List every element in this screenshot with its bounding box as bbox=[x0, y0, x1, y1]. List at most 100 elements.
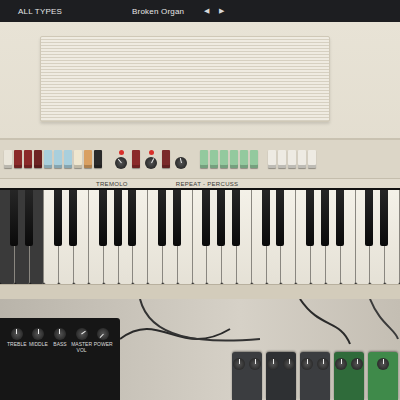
control-group bbox=[268, 150, 316, 168]
black-key[interactable] bbox=[336, 190, 344, 246]
tab-switch[interactable] bbox=[14, 150, 22, 168]
knob-mark bbox=[81, 331, 86, 335]
tab-switch[interactable] bbox=[44, 150, 52, 168]
tab-switch[interactable] bbox=[94, 150, 102, 168]
panel-knob[interactable] bbox=[145, 157, 157, 169]
tab-switch[interactable] bbox=[132, 150, 140, 168]
tab-switch[interactable] bbox=[200, 150, 208, 168]
white-key[interactable] bbox=[193, 190, 208, 284]
tab-switch[interactable] bbox=[24, 150, 32, 168]
tab-switch[interactable] bbox=[84, 150, 92, 168]
effect-pedal[interactable] bbox=[232, 352, 262, 400]
pedal-knob[interactable] bbox=[351, 358, 363, 370]
pedal-knob[interactable] bbox=[249, 358, 261, 370]
white-key[interactable] bbox=[0, 190, 15, 284]
knob-mark bbox=[307, 359, 308, 364]
knob-mark bbox=[179, 158, 181, 163]
white-key[interactable] bbox=[44, 190, 59, 284]
effect-pedal[interactable] bbox=[300, 352, 330, 400]
tab-switch[interactable] bbox=[54, 150, 62, 168]
black-key[interactable] bbox=[217, 190, 225, 246]
amp-knob-unit: MASTER VOL bbox=[71, 328, 93, 353]
effect-pedal[interactable] bbox=[334, 352, 364, 400]
black-key[interactable] bbox=[365, 190, 373, 246]
tab-switch[interactable] bbox=[240, 150, 248, 168]
black-key[interactable] bbox=[173, 190, 181, 246]
amp-controls: TREBLEMIDDLEBASSMASTER VOLPOWER bbox=[6, 328, 114, 353]
white-key[interactable] bbox=[252, 190, 267, 284]
knob-mark bbox=[59, 329, 60, 334]
black-key[interactable] bbox=[276, 190, 284, 246]
tab-switch[interactable] bbox=[230, 150, 238, 168]
black-key[interactable] bbox=[202, 190, 210, 246]
knob-mark bbox=[151, 158, 154, 163]
white-key[interactable] bbox=[356, 190, 371, 284]
black-key[interactable] bbox=[321, 190, 329, 246]
knob-unit bbox=[175, 150, 187, 169]
effect-pedal[interactable] bbox=[368, 352, 398, 400]
tab-switch[interactable] bbox=[4, 150, 12, 168]
pedal-knob[interactable] bbox=[335, 358, 347, 370]
tab-switch[interactable] bbox=[308, 150, 316, 168]
amp-knob-unit: POWER bbox=[92, 328, 114, 353]
tab-switch[interactable] bbox=[298, 150, 306, 168]
amp-knob[interactable] bbox=[11, 328, 23, 340]
amp-knob[interactable] bbox=[54, 328, 66, 340]
tab-switch[interactable] bbox=[268, 150, 276, 168]
pedal-knob[interactable] bbox=[283, 358, 295, 370]
lamp bbox=[149, 150, 154, 155]
black-key[interactable] bbox=[158, 190, 166, 246]
panel-knob[interactable] bbox=[175, 157, 187, 169]
knob-mark bbox=[273, 359, 274, 364]
amp-knob[interactable] bbox=[97, 328, 109, 340]
black-key[interactable] bbox=[99, 190, 107, 246]
black-key[interactable] bbox=[69, 190, 77, 246]
pedal-knob[interactable] bbox=[233, 358, 245, 370]
music-stand bbox=[40, 36, 330, 122]
black-key[interactable] bbox=[10, 190, 18, 246]
plugin-window: ALL TYPES Broken Organ ◀ ▶ TREMOLOREPEAT - P… bbox=[0, 0, 400, 400]
tab-switch[interactable] bbox=[288, 150, 296, 168]
black-key[interactable] bbox=[262, 190, 270, 246]
panel-knob[interactable] bbox=[115, 157, 127, 169]
tab-switch[interactable] bbox=[64, 150, 72, 168]
black-key[interactable] bbox=[306, 190, 314, 246]
black-key[interactable] bbox=[114, 190, 122, 246]
black-key[interactable] bbox=[128, 190, 136, 246]
floor: TREBLEMIDDLEBASSMASTER VOLPOWER bbox=[0, 299, 400, 400]
preset-name[interactable]: Broken Organ bbox=[132, 7, 184, 16]
tab-switch[interactable] bbox=[250, 150, 258, 168]
tab-switch[interactable] bbox=[220, 150, 228, 168]
tab-switch[interactable] bbox=[34, 150, 42, 168]
pedal-knob[interactable] bbox=[317, 358, 329, 370]
amp-knob[interactable] bbox=[76, 328, 88, 340]
prev-button[interactable]: ◀ bbox=[204, 7, 209, 15]
next-button[interactable]: ▶ bbox=[219, 7, 224, 15]
pedal-knob[interactable] bbox=[267, 358, 279, 370]
amp-knob-unit: BASS bbox=[49, 328, 71, 353]
tab-switch[interactable] bbox=[162, 150, 170, 168]
label-row: TREMOLOREPEAT - PERCUSS bbox=[0, 179, 400, 188]
pedal-knob[interactable] bbox=[301, 358, 313, 370]
white-key[interactable] bbox=[296, 190, 311, 284]
tab-switch[interactable] bbox=[210, 150, 218, 168]
pedal-knob[interactable] bbox=[377, 358, 389, 370]
knob-mark bbox=[357, 359, 358, 364]
category-selector[interactable]: ALL TYPES bbox=[18, 7, 62, 16]
white-key[interactable] bbox=[89, 190, 104, 284]
lid bbox=[0, 22, 400, 140]
front-rail bbox=[0, 284, 400, 299]
white-key[interactable] bbox=[148, 190, 163, 284]
effect-pedal[interactable] bbox=[266, 352, 296, 400]
tab-switch[interactable] bbox=[278, 150, 286, 168]
black-key[interactable] bbox=[54, 190, 62, 246]
control-group bbox=[200, 150, 258, 168]
knob-mark bbox=[16, 329, 17, 334]
black-key[interactable] bbox=[380, 190, 388, 246]
tab-switch[interactable] bbox=[74, 150, 82, 168]
black-key[interactable] bbox=[25, 190, 33, 246]
amp-label: MASTER VOL bbox=[71, 342, 93, 353]
knob-mark bbox=[341, 359, 342, 364]
amp-knob[interactable] bbox=[32, 328, 44, 340]
black-key[interactable] bbox=[232, 190, 240, 246]
